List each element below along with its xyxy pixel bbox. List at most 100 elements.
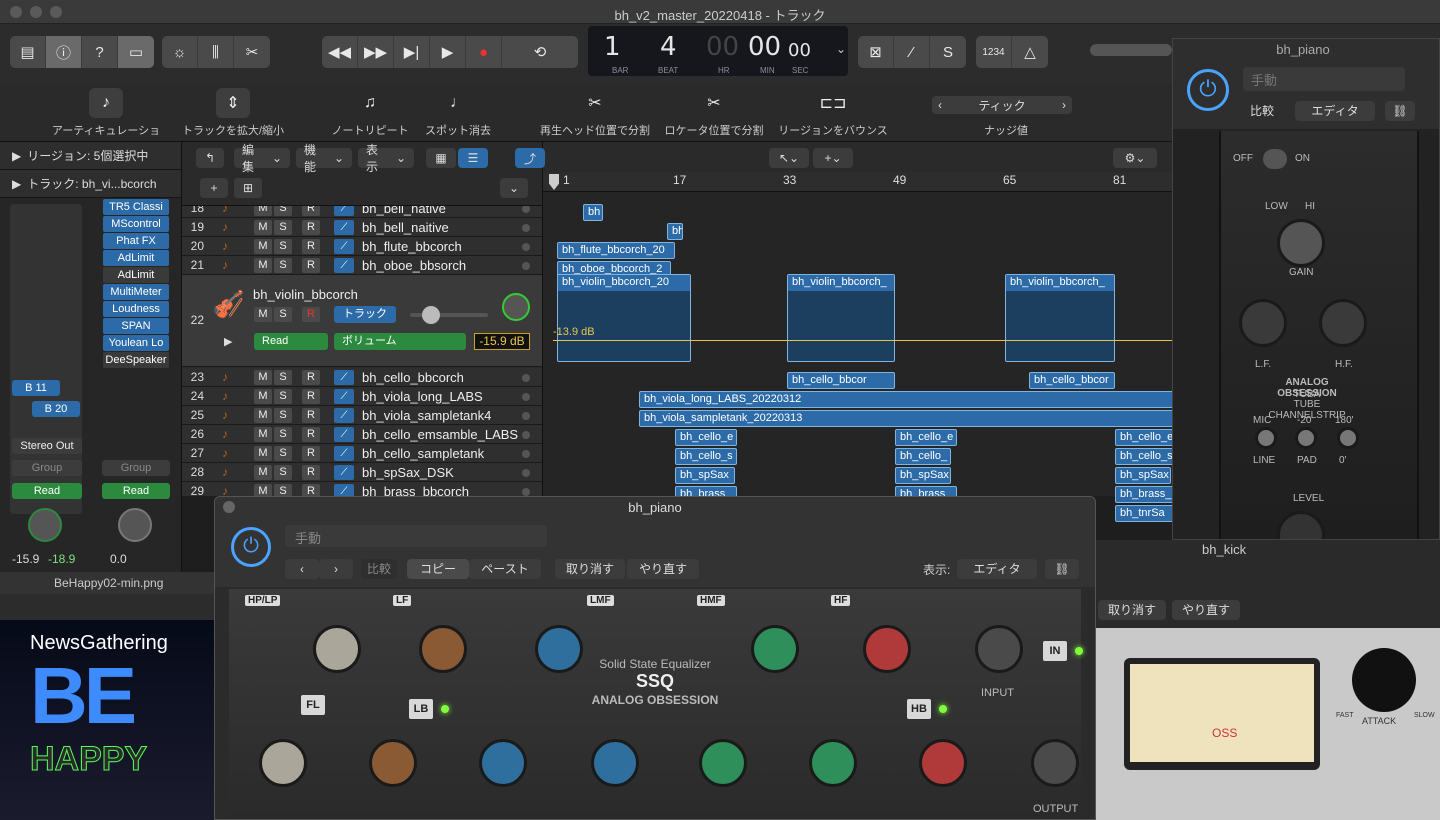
hf-gain-knob[interactable] xyxy=(863,625,911,673)
automation-value[interactable]: -15.9 dB xyxy=(474,333,530,350)
smart-controls-icon[interactable]: ☼ xyxy=(162,36,198,68)
solo-button[interactable]: S xyxy=(274,389,292,404)
ruler[interactable]: 1 17 33 49 65 81 xyxy=(543,172,1173,192)
region[interactable]: bh_viola_sampletank_20220313 xyxy=(639,410,1179,427)
mute-button[interactable]: M xyxy=(254,307,272,322)
link-icon[interactable]: ⛓ xyxy=(1045,559,1079,579)
plugin-slot[interactable]: Phat FX xyxy=(103,233,169,249)
lf-gain-knob[interactable] xyxy=(419,625,467,673)
tube-preset[interactable]: 手動 xyxy=(1243,67,1405,91)
automation-icon[interactable]: ⟋ xyxy=(334,239,354,254)
mute-button[interactable]: M xyxy=(254,408,272,423)
track-row-selected[interactable]: 22 🎻 bh_violin_bbcorch M S R トラック ▶ Read… xyxy=(182,275,542,367)
settings-gear-icon[interactable]: ⚙⌄ xyxy=(1113,148,1157,168)
tool-spot-erase[interactable]: ♩ スポット消去 xyxy=(420,88,496,138)
next-preset-icon[interactable]: › xyxy=(319,559,353,579)
plugin-slot[interactable]: MScontrol xyxy=(103,216,169,232)
region[interactable]: bh_cello_s xyxy=(675,448,737,465)
lf-knob[interactable] xyxy=(1239,299,1287,347)
tool-split-locator[interactable]: ✂ ロケータ位置で分割 xyxy=(664,88,764,138)
mute-button[interactable]: M xyxy=(254,206,272,216)
region[interactable]: bh_cello_s xyxy=(1115,448,1177,465)
inspector-icon[interactable]: ⓘ xyxy=(46,36,82,68)
record-icon[interactable]: ● xyxy=(466,36,502,68)
ssq-paste-button[interactable]: ペースト xyxy=(469,559,541,579)
region[interactable]: bh_cello_bbcor xyxy=(1029,372,1115,389)
power-icon[interactable]: ⏻ xyxy=(231,527,271,567)
hb-button[interactable]: HB xyxy=(907,699,931,719)
track-row[interactable]: 28 ♪ M S R ⟋ bh_spSax_DSK xyxy=(182,463,542,482)
mute-button[interactable]: M xyxy=(254,389,272,404)
solo-button[interactable]: S xyxy=(274,465,292,480)
region[interactable]: bh_spSax xyxy=(675,467,735,484)
region[interactable]: bh xyxy=(583,204,603,221)
hmf-q-knob[interactable] xyxy=(699,739,747,787)
snap-icon[interactable]: ⤴ xyxy=(515,148,545,168)
ssq-redo-button[interactable]: やり直す xyxy=(627,559,699,579)
group-slot-2[interactable]: Group xyxy=(102,460,170,476)
record-arm-button[interactable]: R xyxy=(302,258,320,273)
master-volume-slider[interactable] xyxy=(1090,44,1172,56)
cycle-icon[interactable]: ⟲ xyxy=(502,36,578,68)
output-selector[interactable]: Stereo Out xyxy=(12,438,82,454)
mute-button[interactable]: M xyxy=(254,446,272,461)
mute-button[interactable]: M xyxy=(254,484,272,496)
automation-line[interactable] xyxy=(553,340,1173,341)
track-row[interactable]: 29 ♪ M S R ⟋ bh_brass_bbcorch xyxy=(182,482,542,496)
pan-knob[interactable] xyxy=(502,293,530,321)
mute-button[interactable]: M xyxy=(254,465,272,480)
grid-view-icon[interactable]: ▦ xyxy=(426,148,456,168)
prev-preset-icon[interactable]: ‹ xyxy=(285,559,319,579)
region[interactable]: bh_viola_long_LABS_20220312 xyxy=(639,391,1179,408)
gain-knob[interactable] xyxy=(1277,219,1325,267)
region-inspector-header[interactable]: ▶ リージョン: 5個選択中 xyxy=(0,142,181,170)
track-inspector-header[interactable]: ▶ トラック: bh_vi...bcorch xyxy=(0,170,181,198)
region[interactable]: bh_cello_e xyxy=(675,429,737,446)
chevron-right-icon[interactable]: › xyxy=(1062,98,1066,112)
solo-mode-icon[interactable]: S xyxy=(930,36,966,68)
disclosure-icon[interactable]: ▶ xyxy=(224,335,232,348)
track-row[interactable]: 26 ♪ M S R ⟋ bh_cello_emsamble_LABS xyxy=(182,425,542,444)
track-row[interactable]: 21 ♪ M S R ⟋ bh_oboe_bbsorch xyxy=(182,256,542,275)
view-menu[interactable]: 表示 ⌄ xyxy=(358,143,414,174)
audio-region[interactable]: bh_violin_bbcorch_20 xyxy=(557,274,691,362)
plugin-slot[interactable]: AdLimit xyxy=(103,250,169,266)
ssq-undo-button[interactable]: 取り消す xyxy=(555,559,625,579)
mute-button[interactable]: M xyxy=(254,258,272,273)
pan-knob-2[interactable] xyxy=(118,508,152,542)
plugin-slot[interactable]: DeeSpeaker xyxy=(103,352,169,368)
record-arm-button[interactable]: R xyxy=(302,389,320,404)
scissors-icon[interactable]: ✂ xyxy=(234,36,270,68)
mute-button[interactable]: M xyxy=(254,370,272,385)
send-bus-1[interactable]: B 11 xyxy=(12,380,60,396)
automation-icon[interactable]: ⟋ xyxy=(334,408,354,423)
record-arm-button[interactable]: R xyxy=(302,239,320,254)
record-arm-button[interactable]: R xyxy=(302,408,320,423)
lf-freq-knob[interactable] xyxy=(369,739,417,787)
automation-param[interactable]: ボリューム xyxy=(334,333,466,350)
back-icon[interactable]: ↰ xyxy=(196,148,224,168)
pointer-tool-icon[interactable]: ↖⌄ xyxy=(769,148,809,168)
track-row[interactable]: 18 ♪ M S R ⟋ bh_bell_native xyxy=(182,206,542,218)
region[interactable]: bh_cello_ xyxy=(895,448,951,465)
audio-region[interactable]: bh_violin_bbcorch_ xyxy=(787,274,895,362)
automation-icon[interactable]: ⟋ xyxy=(334,258,354,273)
lp-freq-knob[interactable] xyxy=(259,739,307,787)
automation-icon[interactable]: ⟋ xyxy=(334,370,354,385)
ssq-copy-button[interactable]: コピー xyxy=(407,559,469,579)
solo-button[interactable]: S xyxy=(274,239,292,254)
audio-region[interactable]: bh_violin_bbcorch_ xyxy=(1005,274,1115,362)
library-icon[interactable]: ▤ xyxy=(10,36,46,68)
play-icon[interactable]: ▶ xyxy=(430,36,466,68)
plugin-slot[interactable]: Youlean Lo xyxy=(103,335,169,351)
track-row[interactable]: 27 ♪ M S R ⟋ bh_cello_sampletank xyxy=(182,444,542,463)
automation-mode[interactable]: Read xyxy=(254,333,328,350)
track-type-button[interactable]: トラック xyxy=(334,306,396,323)
hf-knob[interactable] xyxy=(1319,299,1367,347)
to-end-icon[interactable]: ▶| xyxy=(394,36,430,68)
solo-button[interactable]: S xyxy=(274,258,292,273)
automation-mode-2[interactable]: Read xyxy=(102,483,170,499)
track-row[interactable]: 25 ♪ M S R ⟋ bh_viola_sampletank4 xyxy=(182,406,542,425)
playhead-marker[interactable] xyxy=(549,174,559,190)
duplicate-track-icon[interactable]: ⊞ xyxy=(234,178,262,198)
